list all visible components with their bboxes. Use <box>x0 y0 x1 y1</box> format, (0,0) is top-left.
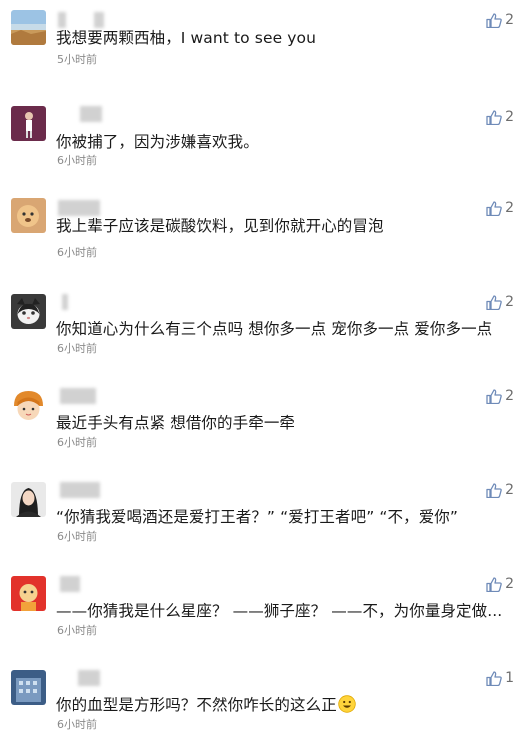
comment-time: 6小时前 <box>57 718 97 731</box>
comment-item: 你的血型是方形吗？不然你咋长的这么正 6小时前 1 <box>0 658 520 731</box>
comment-text: 你的血型是方形吗？不然你咋长的这么正 <box>56 695 356 715</box>
comment-time: 6小时前 <box>57 246 97 259</box>
thumbs-up-icon <box>486 12 502 28</box>
thumbs-up-icon <box>486 670 502 686</box>
doll-avatar[interactable] <box>11 576 46 611</box>
comment-list: 我想要两颗西柚，I want to see you 5小时前 2 你被捕了，因为… <box>0 0 520 731</box>
comment-text-content: 你的血型是方形吗？不然你咋长的这么正 <box>56 696 337 714</box>
thumbs-up-icon <box>486 109 502 125</box>
cartoon-girl-avatar[interactable] <box>11 388 46 423</box>
building-avatar[interactable] <box>11 670 46 705</box>
thumbs-up-icon <box>486 576 502 592</box>
comment-text: 最近手头有点紧 想借你的手牵一牵 <box>56 414 296 432</box>
like-count: 2 <box>505 294 514 310</box>
like-count: 2 <box>505 388 514 404</box>
comment-text: 你知道心为什么有三个点吗 想你多一点 宠你多一点 爱你多一点 <box>56 320 493 338</box>
like-button[interactable]: 2 <box>486 12 514 28</box>
woman-portrait-avatar[interactable] <box>11 482 46 517</box>
thumbs-up-icon <box>486 200 502 216</box>
like-button[interactable]: 2 <box>486 294 514 310</box>
comment-time: 6小时前 <box>57 342 97 355</box>
comment-text: 我上辈子应该是碳酸饮料，见到你就开心的冒泡 <box>56 217 384 235</box>
comment-item: 你知道心为什么有三个点吗 想你多一点 宠你多一点 爱你多一点 6小时前 2 <box>0 282 520 376</box>
comment-text: “你猜我爱喝酒还是爱打王者？” “爱打王者吧” “不，爱你” <box>56 508 459 526</box>
thumbs-up-icon <box>486 388 502 404</box>
landscape-avatar[interactable] <box>11 10 46 45</box>
like-button[interactable]: 2 <box>486 388 514 404</box>
comment-time: 6小时前 <box>57 436 97 449</box>
like-count: 2 <box>505 576 514 592</box>
comment-text: ——你猜我是什么星座？ ——狮子座？ ——不，为你量身定做... <box>56 602 503 620</box>
comment-item: 我想要两颗西柚，I want to see you 5小时前 2 <box>0 0 520 94</box>
like-button[interactable]: 2 <box>486 482 514 498</box>
like-count: 2 <box>505 200 514 216</box>
comment-time: 6小时前 <box>57 530 97 543</box>
like-button[interactable]: 2 <box>486 576 514 592</box>
comment-item: 我上辈子应该是碳酸饮料，见到你就开心的冒泡 6小时前 2 <box>0 188 520 282</box>
comment-item: 你被捕了，因为涉嫌喜欢我。 6小时前 2 <box>0 94 520 188</box>
like-button[interactable]: 2 <box>486 200 514 216</box>
comment-item: “你猜我爱喝酒还是爱打王者？” “爱打王者吧” “不，爱你” 6小时前 2 <box>0 470 520 564</box>
comment-time: 5小时前 <box>57 53 97 66</box>
comment-time: 6小时前 <box>57 624 97 637</box>
dog-avatar[interactable] <box>11 198 46 233</box>
comment-text: 你被捕了，因为涉嫌喜欢我。 <box>56 133 259 151</box>
like-count: 2 <box>505 482 514 498</box>
thumbs-up-icon <box>486 294 502 310</box>
comment-time: 6小时前 <box>57 154 97 167</box>
figure-avatar[interactable] <box>11 106 46 141</box>
like-count: 2 <box>505 109 514 125</box>
thumbs-up-icon <box>486 482 502 498</box>
cat-avatar[interactable] <box>11 294 46 329</box>
comment-item: 最近手头有点紧 想借你的手牵一牵 6小时前 2 <box>0 376 520 470</box>
like-button[interactable]: 2 <box>486 109 514 125</box>
like-button[interactable]: 1 <box>486 670 514 686</box>
like-count: 1 <box>505 670 514 686</box>
comment-item: ——你猜我是什么星座？ ——狮子座？ ——不，为你量身定做... 6小时前 2 <box>0 564 520 658</box>
grinning-face-emoji-icon <box>338 695 356 713</box>
comment-text: 我想要两颗西柚，I want to see you <box>56 29 317 47</box>
like-count: 2 <box>505 12 514 28</box>
